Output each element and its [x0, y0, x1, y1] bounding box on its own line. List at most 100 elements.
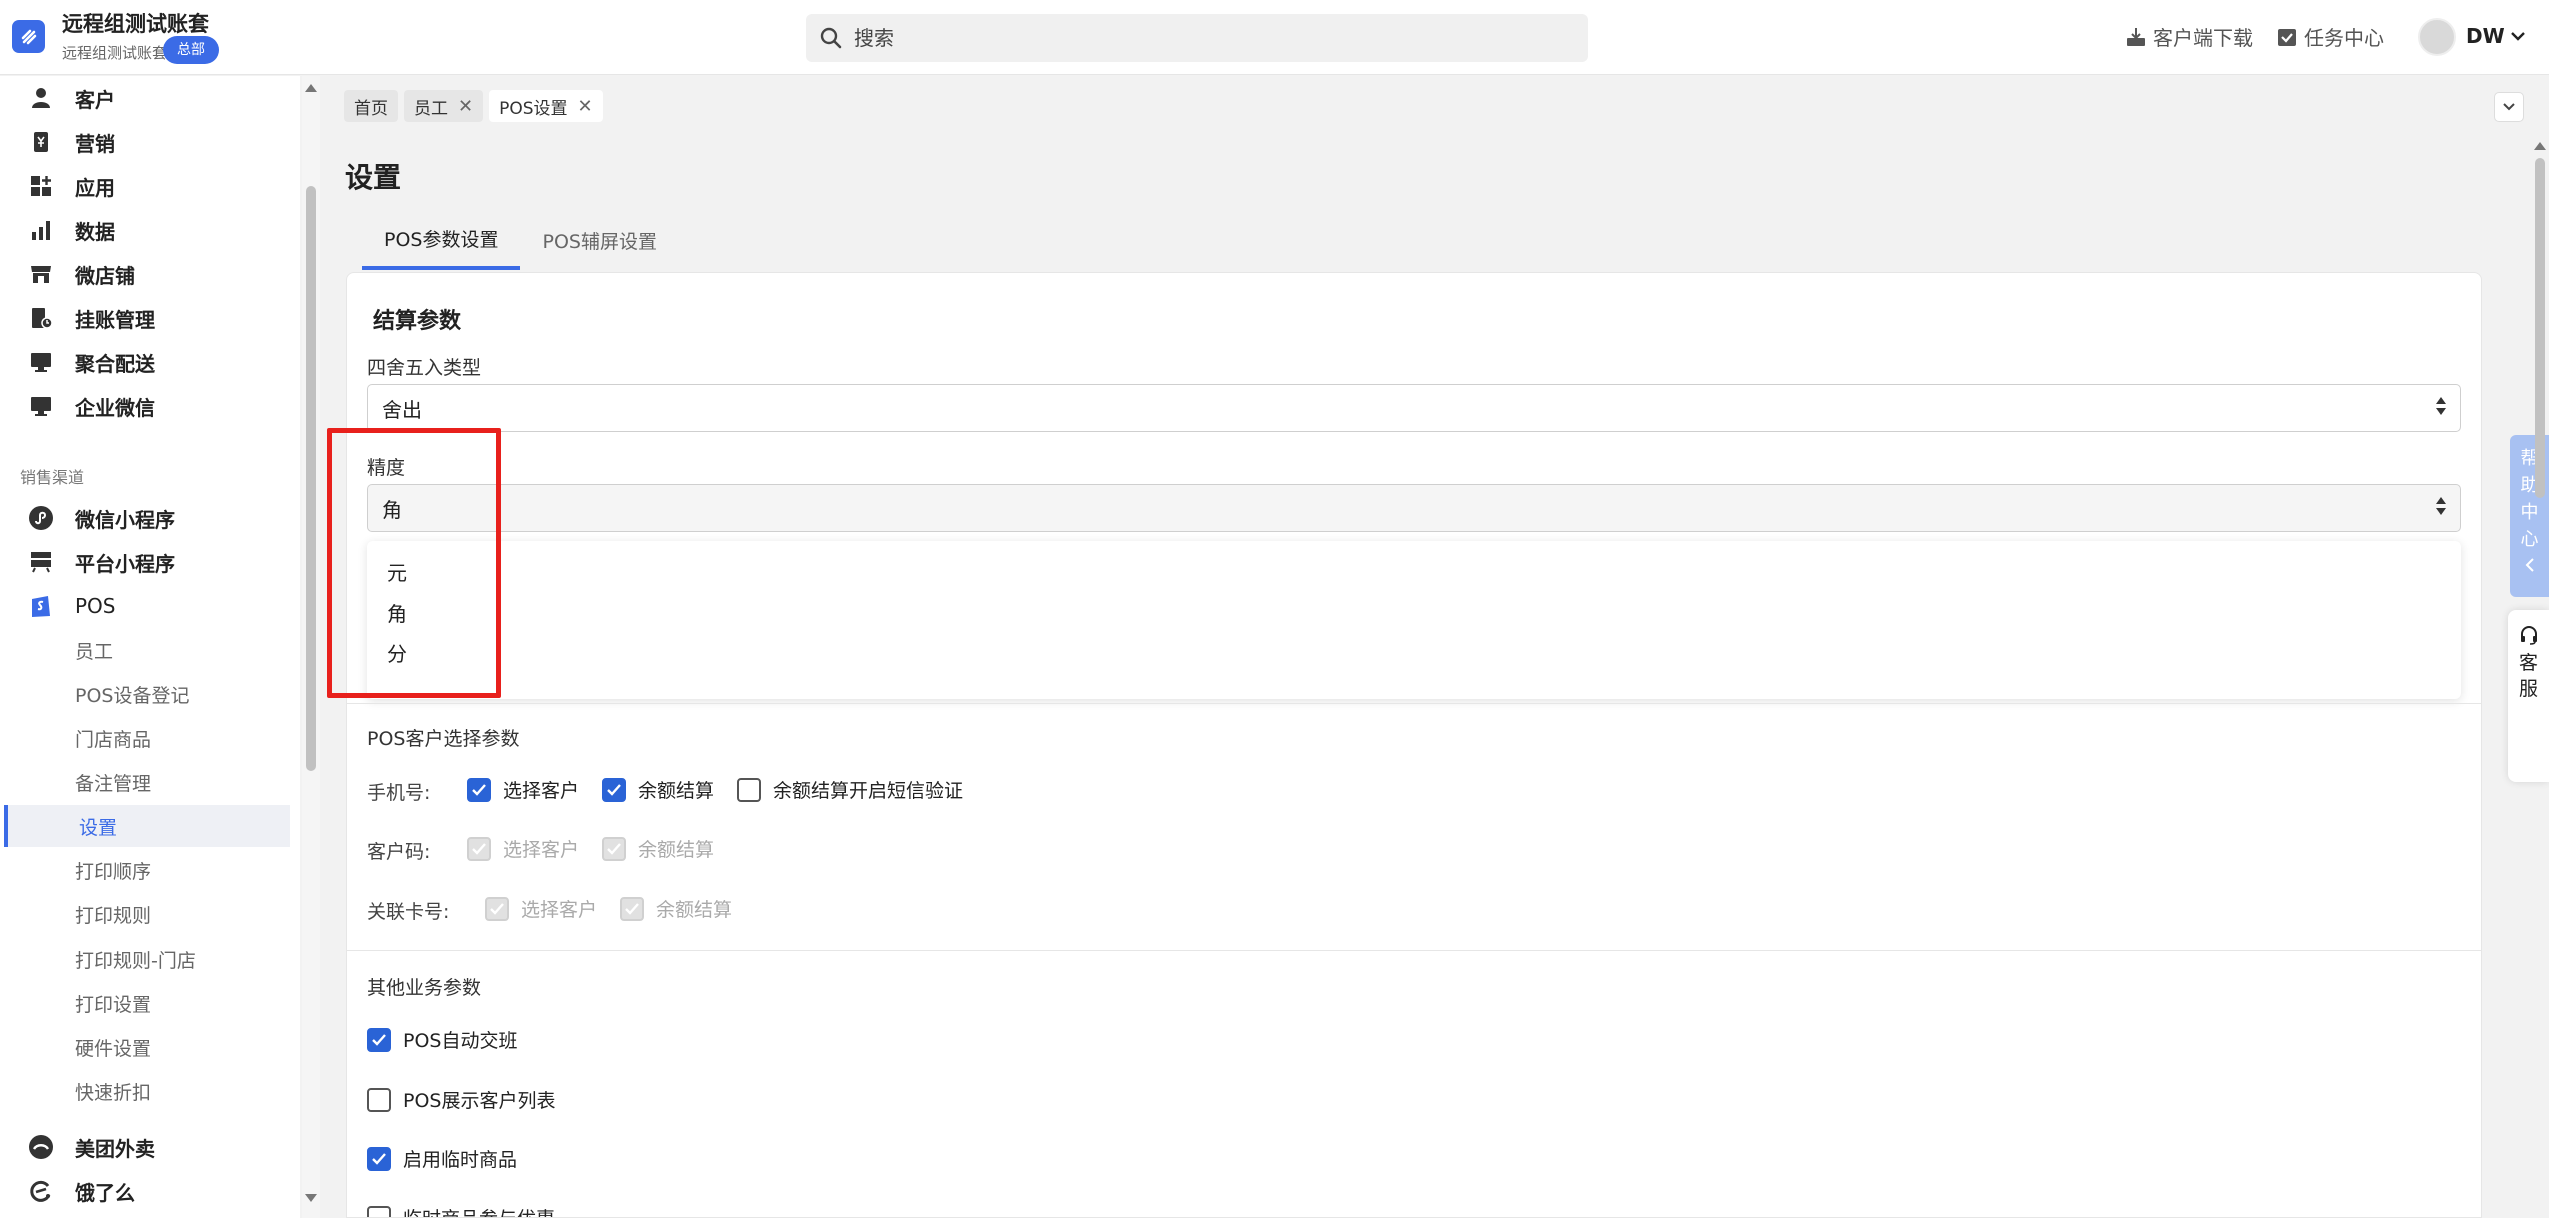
checkbox-temp-goods[interactable]: 启用临时商品: [367, 1145, 517, 1172]
rounding-type-label: 四舍五入类型: [367, 357, 482, 379]
user-name: DW: [2466, 24, 2505, 48]
checkbox-box: [602, 836, 626, 861]
checkbox-label: 临时商品参与优惠: [403, 1204, 555, 1217]
checkbox-phone-balance[interactable]: 余额结算: [602, 776, 714, 803]
section-divider: [347, 950, 2481, 951]
sidebar-scroll-thumb[interactable]: [306, 186, 316, 771]
search-input[interactable]: [854, 14, 1554, 62]
check-icon: [372, 1033, 386, 1046]
sidebar-item-platform-miniprogram[interactable]: 平台小程序: [0, 540, 290, 584]
precision-select[interactable]: 角: [367, 484, 2461, 532]
user-menu[interactable]: DW: [2466, 24, 2527, 48]
sidebar-sub-pos-device[interactable]: POS设备登记: [0, 673, 290, 715]
checkbox-box[interactable]: [367, 1205, 391, 1217]
meituan-icon: [28, 1134, 54, 1160]
checkbox-box: [620, 896, 644, 921]
sidebar-item-label: 美团外卖: [75, 1136, 155, 1161]
checkbox-phone-sms-verify[interactable]: 余额结算开启短信验证: [737, 776, 963, 803]
sidebar-sub-quick-discount[interactable]: 快速折扣: [0, 1070, 290, 1112]
sidebar-item-ledger[interactable]: 挂账管理: [0, 296, 290, 340]
client-download-label: 客户端下载: [2153, 26, 2253, 50]
check-icon: [607, 842, 621, 855]
tabs-collapse-button[interactable]: [2494, 92, 2524, 122]
checkbox-label: 选择客户: [503, 780, 580, 802]
checkbox-card-select-customer: 选择客户: [485, 895, 597, 922]
pos-bag-icon: [28, 593, 54, 619]
main-scroll-thumb[interactable]: [2535, 158, 2545, 498]
check-icon: [472, 842, 486, 855]
sidebar-item-wechat-miniprogram[interactable]: 微信小程序: [0, 496, 290, 540]
sidebar-item-eleme[interactable]: 饿了么: [0, 1169, 290, 1213]
sidebar-sub-store-goods[interactable]: 门店商品: [0, 717, 290, 759]
sidebar-item-apps[interactable]: 应用: [0, 164, 290, 208]
sidebar-sub-print-rules-store[interactable]: 打印规则-门店: [0, 938, 290, 980]
checkbox-card-balance: 余额结算: [620, 895, 732, 922]
checkbox-box[interactable]: [737, 777, 761, 802]
task-center-label: 任务中心: [2304, 26, 2384, 50]
checkbox-box[interactable]: [367, 1027, 391, 1052]
global-search[interactable]: [806, 14, 1588, 62]
chevron-down-icon: [2510, 32, 2525, 41]
checkbox-box[interactable]: [602, 777, 626, 802]
page-tabs: 首页 员工 ✕ POS设置 ✕: [344, 90, 603, 122]
checkbox-box[interactable]: [367, 1087, 391, 1112]
main-scrollbar[interactable]: [2531, 138, 2549, 1218]
marketing-icon: [28, 129, 54, 155]
tab-pos-second-screen[interactable]: POS辅屏设置: [520, 210, 678, 270]
sidebar-item-pos[interactable]: POS: [0, 584, 290, 628]
sidebar-item-label: 应用: [75, 175, 115, 200]
rounding-type-select[interactable]: 舍出: [367, 384, 2461, 432]
sidebar-sub-employee[interactable]: 员工: [0, 629, 290, 671]
avatar[interactable]: [2418, 18, 2456, 56]
sidebar-item-microstore[interactable]: 微店铺: [0, 252, 290, 296]
sidebar-item-label: 客户: [75, 87, 115, 112]
scroll-down-arrow-icon[interactable]: [305, 1194, 317, 1202]
sidebar-sub-print-rules[interactable]: 打印规则: [0, 893, 290, 935]
store-icon: [28, 261, 54, 287]
close-icon[interactable]: ✕: [458, 96, 473, 117]
task-center-link[interactable]: 任务中心: [2276, 22, 2384, 51]
account-subtitle: 远程组测试账套: [62, 44, 168, 62]
sidebar-item-data[interactable]: 数据: [0, 208, 290, 252]
sidebar-sub-settings[interactable]: 设置: [4, 805, 290, 847]
download-icon: [2127, 27, 2145, 46]
sidebar-sub-label: 打印设置: [75, 993, 152, 1016]
sidebar-item-customer[interactable]: 客户: [0, 76, 290, 120]
sidebar-item-label: 饿了么: [75, 1180, 135, 1205]
wecom-icon: [28, 393, 54, 419]
sidebar-scrollbar[interactable]: [302, 76, 320, 1218]
platform-icon: [28, 549, 54, 575]
close-icon[interactable]: ✕: [578, 96, 593, 117]
settings-panel: 结算参数 四舍五入类型 舍出 精度 角 元 角 分 POS客户选择参数 手机号:…: [346, 272, 2482, 1218]
checkbox-box[interactable]: [367, 1146, 391, 1171]
sidebar-sub-print-order[interactable]: 打印顺序: [0, 849, 290, 891]
sidebar-item-wecom[interactable]: 企业微信: [0, 384, 290, 428]
tab-employee[interactable]: 员工 ✕: [404, 90, 484, 122]
chart-icon: [28, 217, 54, 243]
checkbox-pos-customer-list[interactable]: POS展示客户列表: [367, 1086, 555, 1113]
scroll-up-arrow-icon[interactable]: [305, 84, 317, 92]
sidebar-item-meituan[interactable]: 美团外卖: [0, 1125, 290, 1169]
sidebar-sub-hardware[interactable]: 硬件设置: [0, 1026, 290, 1068]
scroll-up-arrow-icon[interactable]: [2534, 142, 2546, 150]
checkbox-box[interactable]: [467, 777, 491, 802]
apps-icon: [28, 173, 54, 199]
checkbox-temp-goods-discount[interactable]: 临时商品参与优惠: [367, 1204, 555, 1217]
sidebar-sub-remarks[interactable]: 备注管理: [0, 761, 290, 803]
sidebar-item-marketing[interactable]: 营销: [0, 120, 290, 164]
tab-pos-params[interactable]: POS参数设置: [362, 210, 521, 270]
checkbox-pos-auto-shift[interactable]: POS自动交班: [367, 1026, 517, 1053]
tab-home[interactable]: 首页: [344, 90, 398, 122]
tab-pos-settings[interactable]: POS设置 ✕: [489, 90, 603, 122]
sidebar-item-label: 企业微信: [75, 395, 155, 420]
account-title[interactable]: 远程组测试账套: [62, 8, 209, 38]
app-logo-icon[interactable]: [12, 20, 45, 53]
checkbox-label: 余额结算: [656, 899, 733, 921]
sidebar-item-delivery[interactable]: 聚合配送: [0, 340, 290, 384]
checkbox-phone-select-customer[interactable]: 选择客户: [467, 776, 579, 803]
select-arrows-icon: [2436, 397, 2446, 415]
client-download-link[interactable]: 客户端下载: [2125, 22, 2253, 51]
sidebar-sub-label: 硬件设置: [75, 1037, 152, 1060]
sidebar-sub-print-settings[interactable]: 打印设置: [0, 982, 290, 1024]
section-title-settlement: 结算参数: [373, 309, 462, 334]
